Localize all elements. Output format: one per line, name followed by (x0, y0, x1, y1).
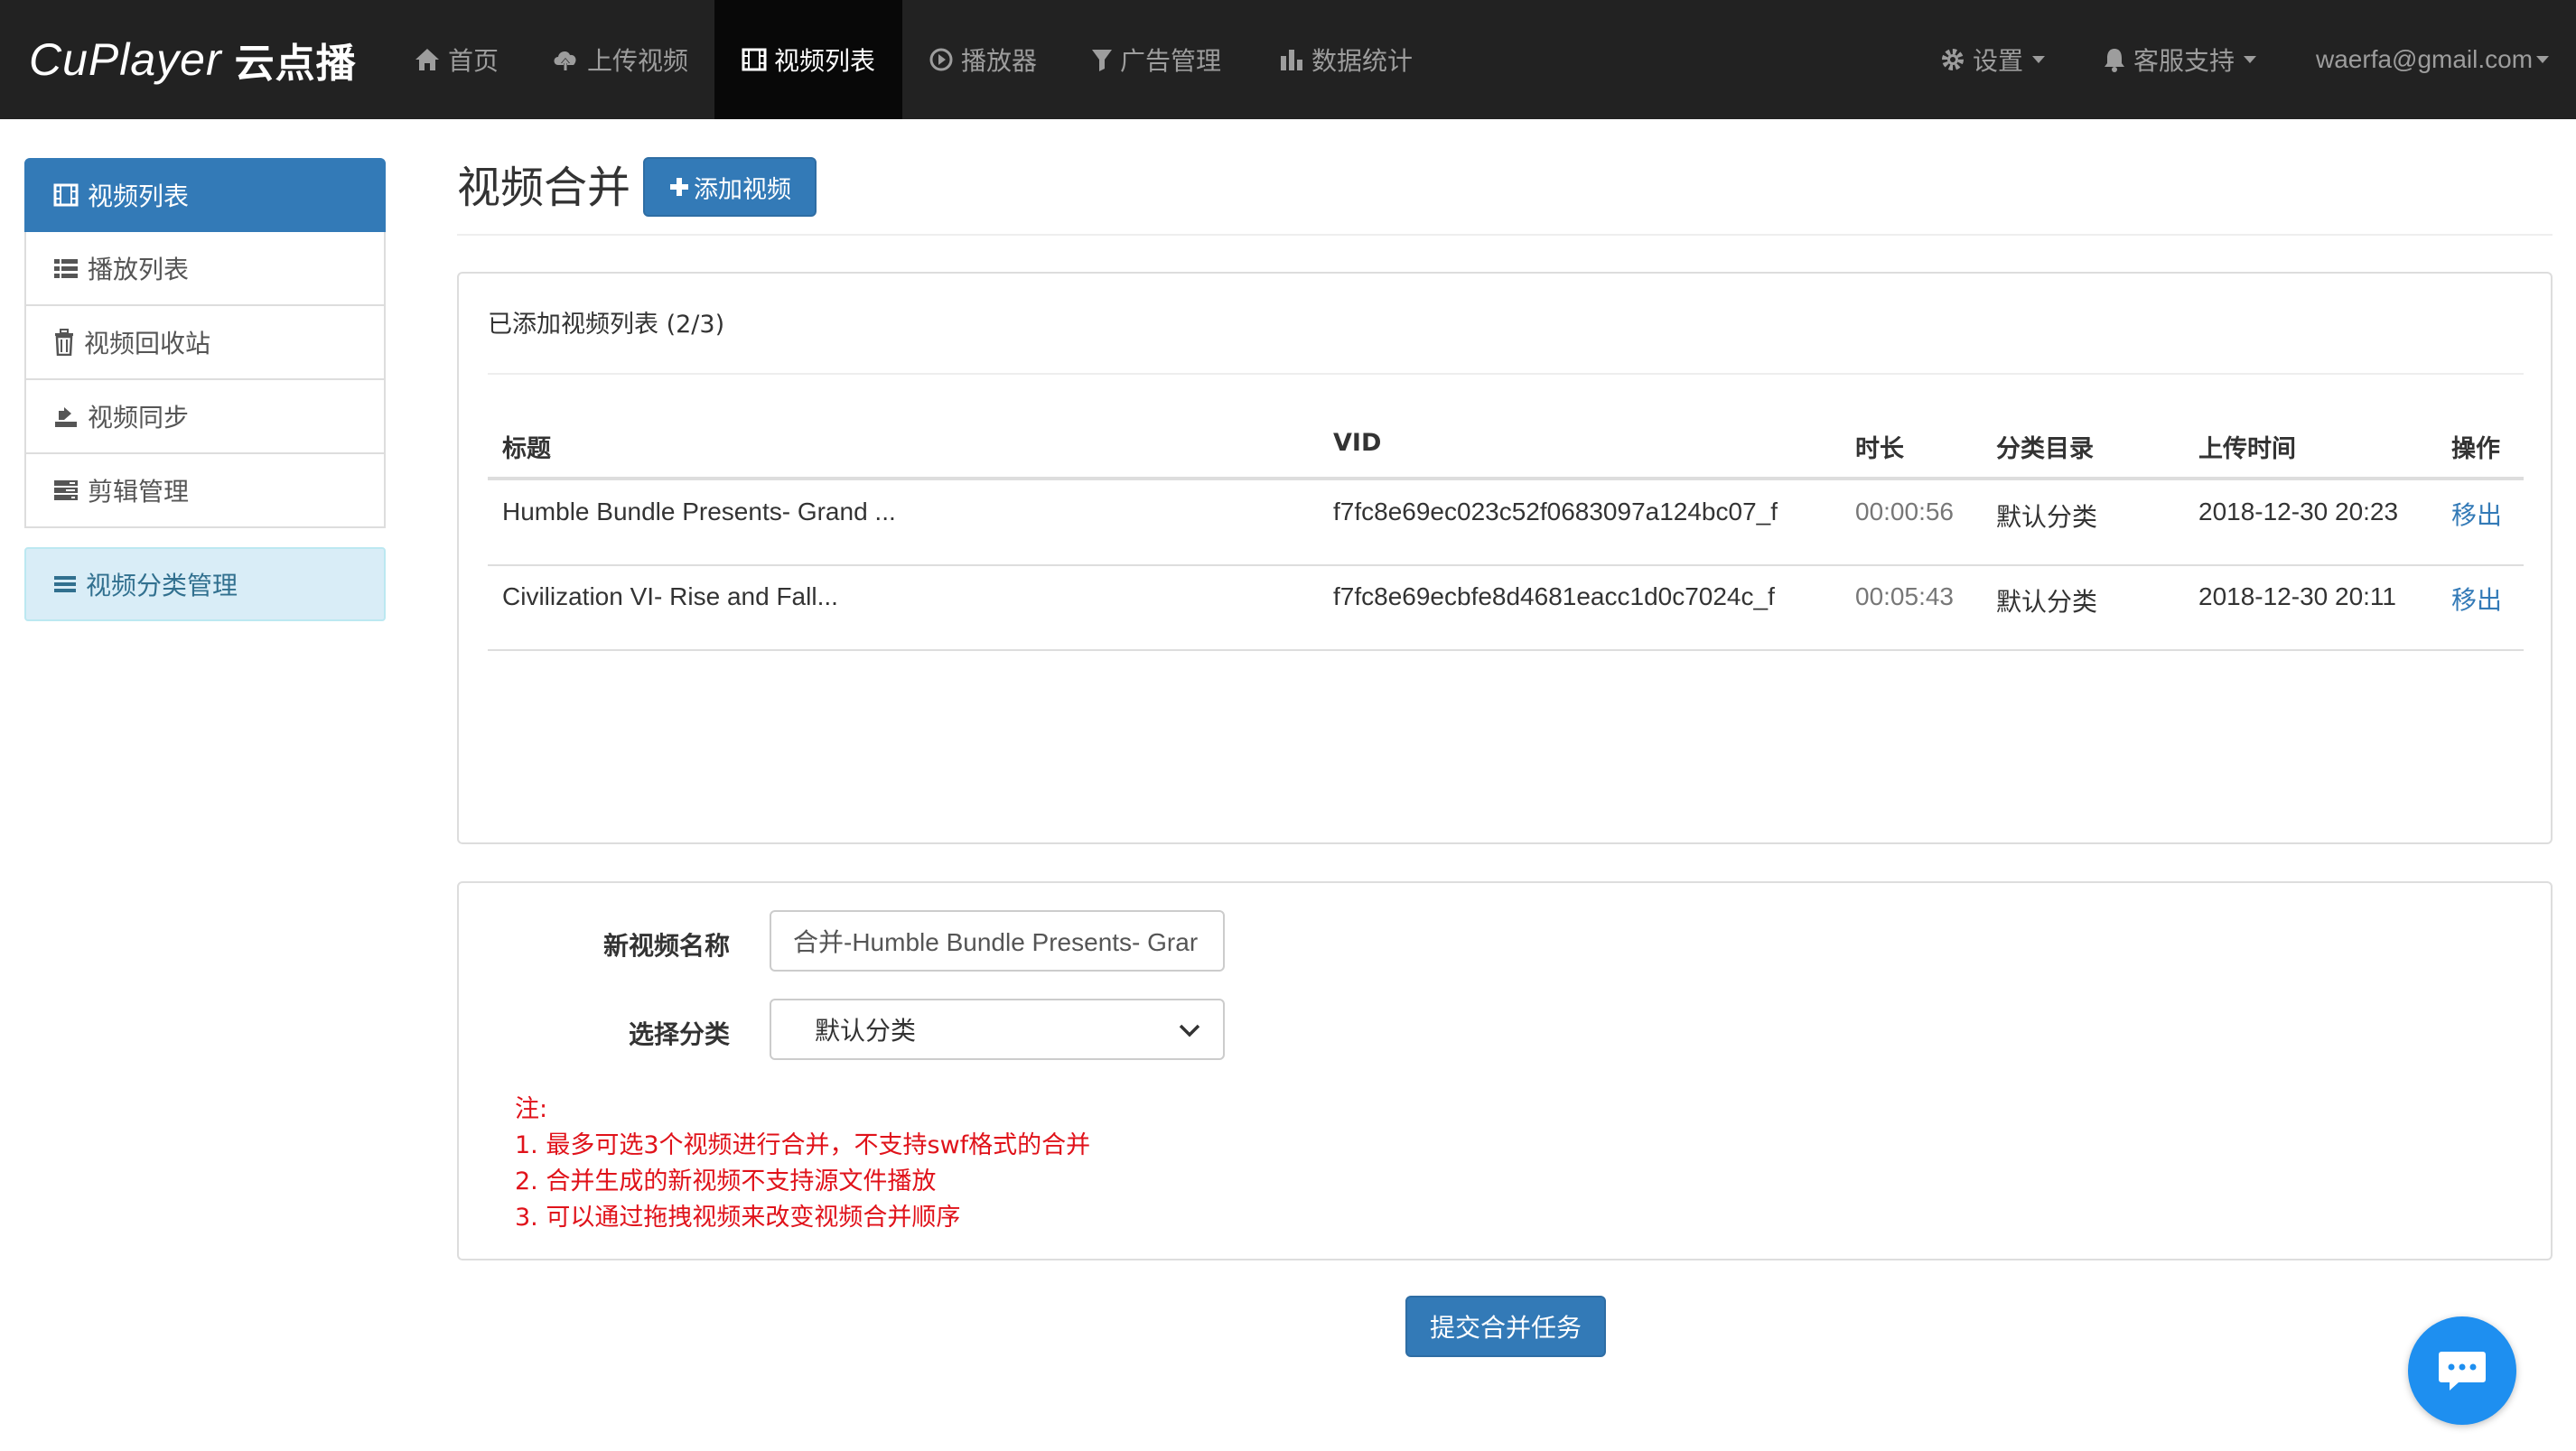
cloud-upload-icon (554, 51, 576, 70)
sidebar-item-label: 视频分类管理 (86, 571, 238, 600)
play-circle-icon (929, 48, 953, 71)
brand-cn: 云点播 (234, 41, 357, 87)
bell-icon (2105, 49, 2124, 72)
brand-latin: CuPlayer (29, 34, 222, 85)
chat-support-button[interactable] (2408, 1316, 2516, 1425)
merge-settings-panel: 新视频名称 选择分类 默认分类 注: 1. 最多可选3个视频进行合并，不支持sw… (457, 881, 2553, 1260)
sidebar-item-video-list[interactable]: 视频列表 (24, 158, 386, 232)
add-video-label: 添加视频 (694, 175, 791, 204)
nav-upload-label: 上传视频 (587, 46, 689, 76)
nav-video-list[interactable]: 视频列表 (714, 0, 902, 119)
list-icon (54, 259, 78, 278)
filter-icon (1092, 50, 1112, 71)
page-title: 视频合并 (457, 163, 631, 213)
chat-icon (2439, 1352, 2486, 1391)
remove-link[interactable]: 移出 (2451, 581, 2502, 617)
cell-duration: 00:00:56 (1855, 498, 1954, 526)
cell-vid: f7fc8e69ecbfe8d4681eacc1d0c7024c_f (1333, 582, 1775, 610)
caret-down-icon (2244, 56, 2257, 63)
category-select-label: 选择分类 (628, 1019, 730, 1049)
top-navbar: CuPlayer 云点播 首页 上传视频 视频列表 播放器 广告管理 数据统计 … (0, 0, 2576, 119)
nav-support-label: 客服支持 (2133, 46, 2235, 76)
remove-link[interactable]: 移出 (2451, 496, 2502, 532)
sidebar-item-recycle-bin[interactable]: 视频回收站 (24, 306, 386, 380)
nav-support-dropdown[interactable]: 客服支持 (2103, 0, 2257, 119)
user-email: waerfa@gmail.com (2316, 45, 2534, 73)
column-header-category: 分类目录 (1996, 435, 2094, 463)
film-icon (742, 48, 767, 71)
gear-icon (1942, 49, 1964, 70)
category-select-value: 默认分类 (815, 1016, 917, 1046)
nav-settings-dropdown[interactable]: 设置 (1940, 0, 2046, 119)
column-header-duration: 时长 (1855, 435, 1904, 463)
plus-icon (670, 178, 688, 196)
cell-upload-time: 2018-12-30 20:23 (2198, 498, 2399, 526)
header-divider (457, 234, 2553, 236)
column-header-upload-time: 上传时间 (2198, 435, 2296, 463)
bar-chart-icon (1281, 50, 1302, 70)
table-header-divider (488, 477, 2524, 480)
nav-home[interactable]: 首页 (414, 0, 499, 119)
nav-video-list-label: 视频列表 (773, 46, 875, 76)
added-videos-panel: 已添加视频列表 (2/3) 标题 VID 时长 分类目录 上传时间 操作 Hum… (457, 272, 2553, 844)
nav-stats[interactable]: 数据统计 (1279, 0, 1413, 119)
tasks-icon (54, 480, 78, 500)
submit-merge-button[interactable]: 提交合并任务 (1405, 1296, 1606, 1357)
menu-icon (54, 576, 76, 592)
brand-logo[interactable]: CuPlayer 云点播 (29, 0, 357, 119)
film-icon (53, 183, 79, 207)
sidebar-item-sync[interactable]: 视频同步 (24, 380, 386, 454)
nav-ads[interactable]: 广告管理 (1091, 0, 1221, 119)
cell-title: Humble Bundle Presents- Grand ... (502, 498, 896, 526)
nav-player-label: 播放器 (961, 46, 1038, 76)
category-select[interactable]: 默认分类 (770, 999, 1225, 1060)
note-line: 2. 合并生成的新视频不支持源文件播放 (515, 1167, 937, 1195)
cell-vid: f7fc8e69ec023c52f0683097a124bc07_f (1333, 498, 1778, 526)
sync-icon (55, 407, 77, 427)
sidebar-item-label: 剪辑管理 (88, 477, 190, 507)
sidebar-item-playlist[interactable]: 播放列表 (24, 232, 386, 306)
note-line: 1. 最多可选3个视频进行合并，不支持swf格式的合并 (515, 1131, 1091, 1159)
note-heading: 注: (515, 1095, 548, 1123)
chevron-down-icon (1179, 1024, 1200, 1037)
panel-divider (488, 373, 2524, 375)
nav-ads-label: 广告管理 (1120, 46, 1222, 76)
row-divider (488, 564, 2524, 566)
home-icon (415, 49, 439, 70)
panel-heading: 已添加视频列表 (2/3) (488, 311, 725, 339)
nav-home-label: 首页 (448, 46, 499, 76)
sidebar-item-clip-management[interactable]: 剪辑管理 (24, 454, 386, 528)
column-header-action: 操作 (2451, 435, 2500, 463)
caret-down-icon (2536, 56, 2550, 63)
nav-stats-label: 数据统计 (1311, 46, 1414, 76)
caret-down-icon (2032, 56, 2046, 63)
cell-category: 默认分类 (1996, 502, 2098, 532)
column-header-title: 标题 (502, 435, 551, 463)
sidebar-item-label: 播放列表 (88, 255, 190, 284)
new-video-name-input[interactable] (770, 910, 1225, 972)
sidebar-category-group: 视频分类管理 (24, 547, 386, 621)
cell-upload-time: 2018-12-30 20:11 (2198, 582, 2396, 610)
nav-settings-label: 设置 (1973, 46, 2024, 76)
sidebar-menu: 视频列表 播放列表 视频回收站 视频同步 剪辑管理 (24, 158, 386, 528)
sidebar-item-label: 视频同步 (88, 403, 190, 433)
row-divider (488, 649, 2524, 651)
column-header-vid: VID (1333, 429, 1382, 457)
cell-category: 默认分类 (1996, 587, 2098, 617)
add-video-button[interactable]: 添加视频 (643, 157, 817, 217)
trash-icon (55, 329, 73, 356)
note-line: 3. 可以通过拖拽视频来改变视频合并顺序 (515, 1204, 961, 1232)
sidebar-item-category-management[interactable]: 视频分类管理 (24, 547, 386, 621)
nav-upload[interactable]: 上传视频 (551, 0, 688, 119)
cell-title: Civilization VI- Rise and Fall... (502, 582, 838, 610)
nav-player[interactable]: 播放器 (929, 0, 1037, 119)
cell-duration: 00:05:43 (1855, 582, 1954, 610)
new-video-name-label: 新视频名称 (602, 931, 730, 961)
sidebar-item-label: 视频回收站 (84, 329, 211, 358)
nav-user-dropdown[interactable]: waerfa@gmail.com (2316, 0, 2550, 119)
sidebar-item-label: 视频列表 (88, 181, 190, 211)
